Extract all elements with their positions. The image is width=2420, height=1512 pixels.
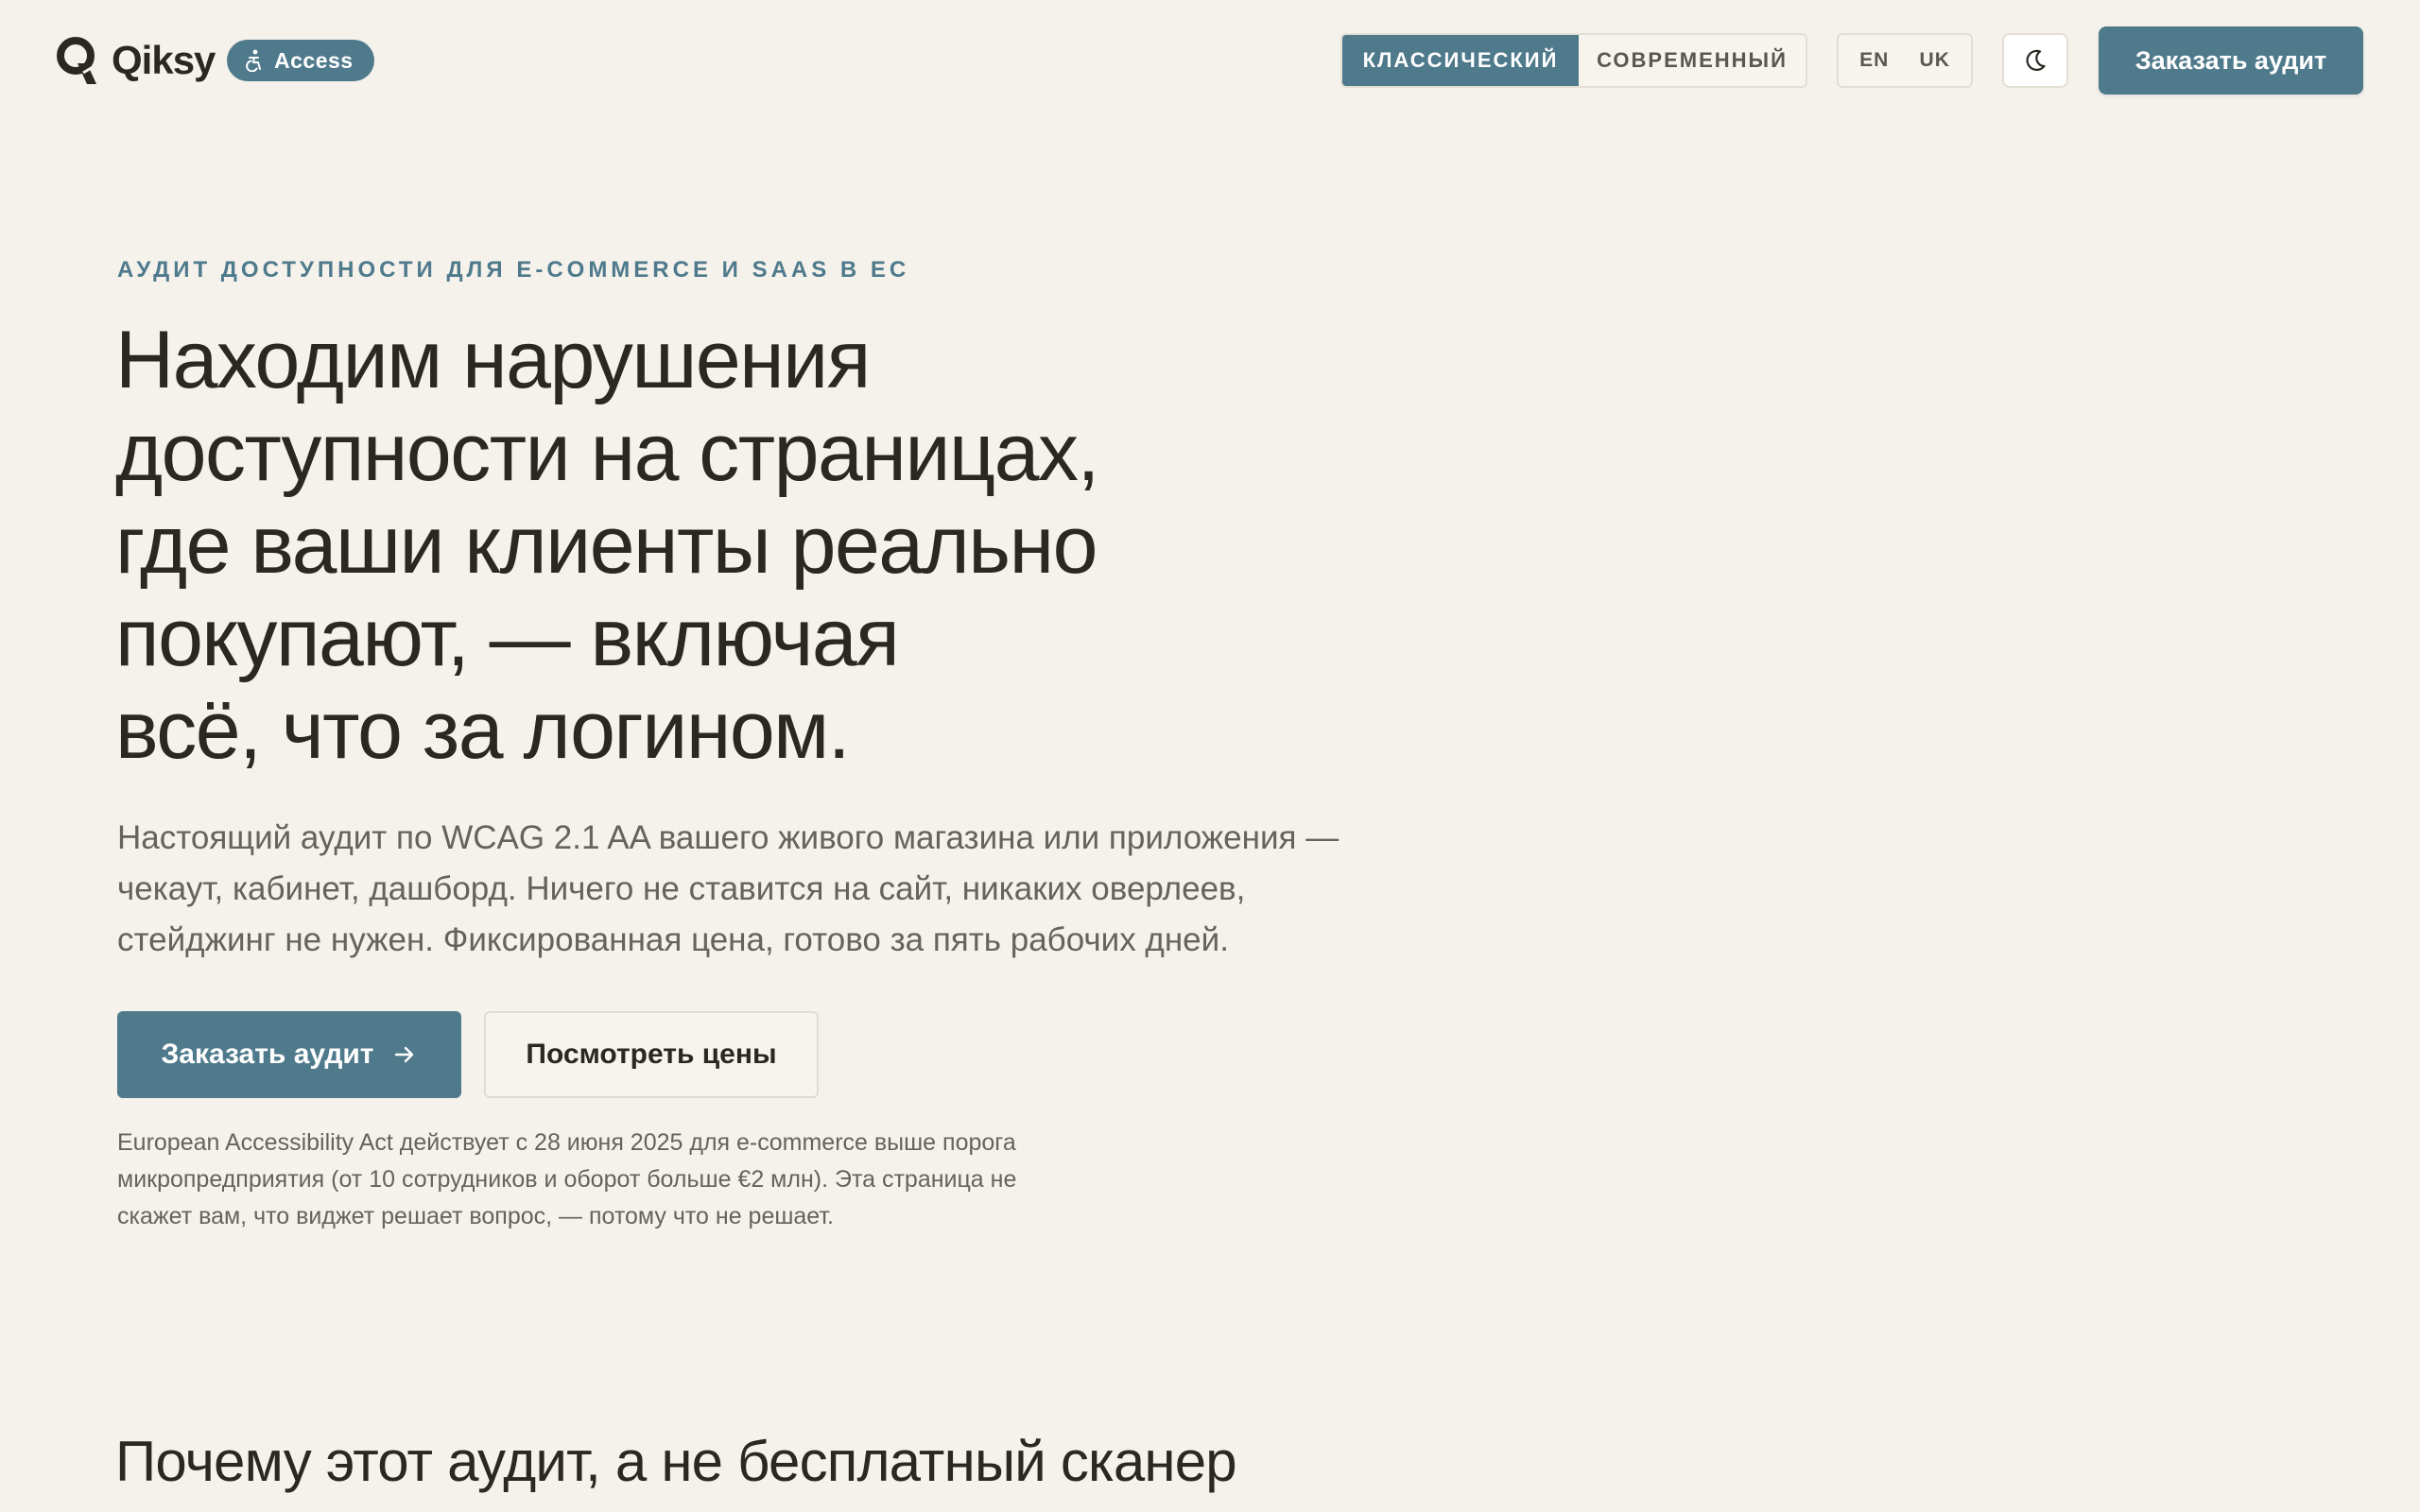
hero-lead-line: чекаут, кабинет, дашборд. Ничего не став… xyxy=(117,870,1246,907)
moon-icon xyxy=(2026,49,2046,71)
hero-title: Находим нарушения доступности на страниц… xyxy=(115,314,1202,777)
hero-title-line: доступности на страницах, xyxy=(115,407,1099,498)
theme-toggle-button[interactable] xyxy=(2002,33,2068,88)
style-toggle: КЛАССИЧЕСКИЙ СОВРЕМЕННЫЙ xyxy=(1340,33,1807,88)
arrow-right-icon xyxy=(394,1046,413,1063)
style-option-modern[interactable]: СОВРЕМЕННЫЙ xyxy=(1579,35,1806,86)
hero-title-line: покупают, — включая xyxy=(115,593,900,683)
fineprint-line: European Accessibility Act действует с 2… xyxy=(117,1129,1016,1156)
logo[interactable]: Qiksy xyxy=(55,32,216,89)
hero-lead-line: стейджинг не нужен. Фиксированная цена, … xyxy=(117,921,1229,958)
access-badge[interactable]: Access xyxy=(227,40,374,81)
why-audit-heading: Почему этот аудит, а не бесплатный скане… xyxy=(115,1430,1237,1493)
style-option-classic[interactable]: КЛАССИЧЕСКИЙ xyxy=(1342,35,1579,86)
language-option-uk[interactable]: UK xyxy=(1920,49,1950,72)
logo-q-icon xyxy=(57,37,96,84)
access-badge-label: Access xyxy=(274,47,354,73)
order-audit-label: Заказать аудит xyxy=(161,1039,374,1070)
site-header: Qiksy Access КЛАССИЧЕСКИЙ СОВРЕМЕННЫЙ EN… xyxy=(0,0,2420,121)
hero-title-line: всё, что за логином. xyxy=(115,685,851,776)
accessibility-icon xyxy=(246,49,261,72)
fineprint-line: скажет вам, что виджет решает вопрос, — … xyxy=(117,1203,835,1229)
hero-title-line: где ваши клиенты реально xyxy=(115,500,1098,591)
language-switcher: EN UK xyxy=(1837,33,1973,88)
hero-lead-line: Настоящий аудит по WCAG 2.1 AA вашего жи… xyxy=(117,819,1340,856)
hero-title-line: Находим нарушения xyxy=(115,315,871,405)
header-order-audit-button[interactable]: Заказать аудит xyxy=(2099,26,2363,94)
order-audit-button[interactable]: Заказать аудит xyxy=(117,1011,461,1098)
fineprint-line: микропредприятия (от 10 сотрудников и об… xyxy=(117,1166,1017,1193)
hero-fineprint: European Accessibility Act действует с 2… xyxy=(117,1125,1233,1235)
view-prices-button[interactable]: Посмотреть цены xyxy=(484,1011,819,1098)
language-option-en[interactable]: EN xyxy=(1859,49,1889,72)
hero-lead: Настоящий аудит по WCAG 2.1 AA вашего жи… xyxy=(117,813,1441,966)
logo-text: Qiksy xyxy=(112,38,216,82)
hero-eyebrow: АУДИТ ДОСТУПНОСТИ ДЛЯ E-COMMERCE И SAAS … xyxy=(117,257,910,283)
